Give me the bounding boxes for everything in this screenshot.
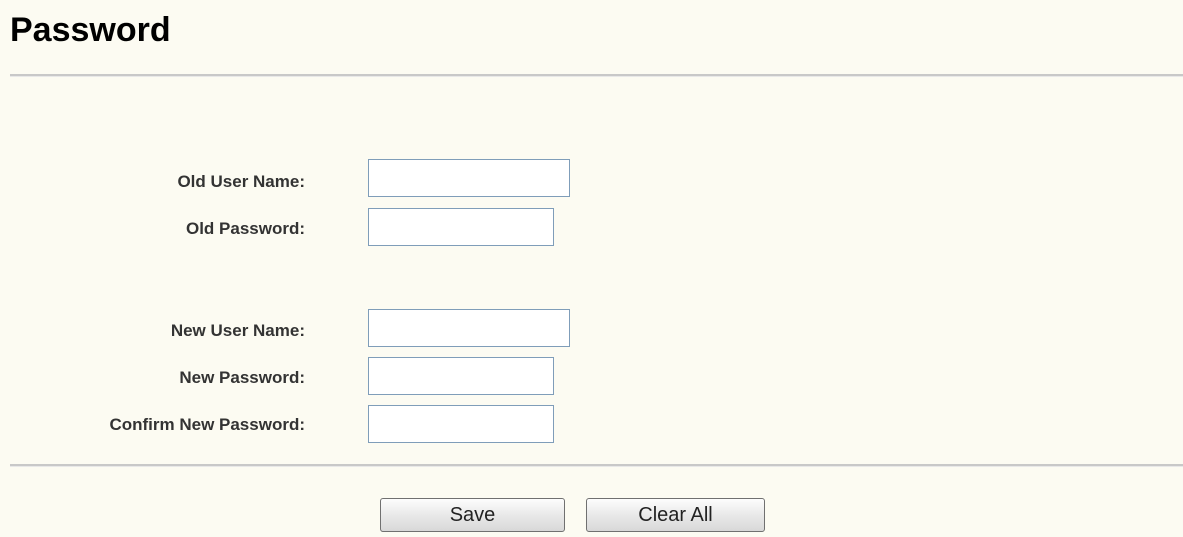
old-user-name-label: Old User Name: (177, 172, 305, 191)
old-password-label: Old Password: (185, 219, 305, 238)
new-user-name-label: New User Name: (170, 321, 305, 340)
top-divider (10, 74, 1183, 77)
clear-all-button[interactable]: Clear All (586, 498, 765, 532)
old-user-name-input[interactable] (368, 159, 570, 197)
old-password-input[interactable] (368, 208, 554, 246)
page-title: Password (10, 11, 171, 49)
save-button[interactable]: Save (380, 498, 565, 532)
confirm-new-password-input[interactable] (368, 405, 554, 443)
bottom-divider (10, 464, 1183, 467)
new-password-label: New Password: (179, 368, 305, 387)
confirm-new-password-label: Confirm New Password: (109, 415, 305, 434)
new-user-name-input[interactable] (368, 309, 570, 347)
new-password-input[interactable] (368, 357, 554, 395)
